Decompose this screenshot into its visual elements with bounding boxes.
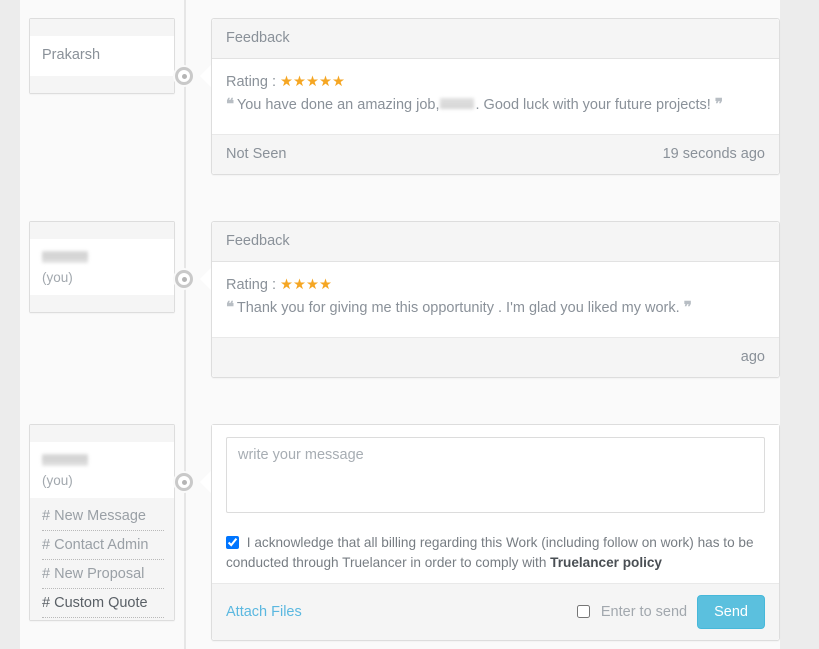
rating-line: Rating : ★★★★★ — [226, 72, 765, 92]
you-label: (you) — [42, 270, 73, 285]
rating-label: Rating : — [226, 74, 276, 90]
rating-stars: ★★★★★ — [280, 74, 346, 90]
feedback-panel-1: Feedback Rating : ★★★★★ ❝ You have done … — [211, 18, 780, 175]
card-header-strip — [30, 19, 174, 36]
attach-files-button[interactable]: Attach Files — [226, 604, 302, 620]
timestamp: 19 seconds ago — [662, 146, 765, 162]
message-input[interactable] — [226, 437, 765, 513]
compose-body: I acknowledge that all billing regarding… — [212, 425, 779, 583]
rating-line: Rating : ★★★★ — [226, 275, 765, 295]
feedback-panel-2: Feedback Rating : ★★★★ ❝ Thank you for g… — [211, 221, 780, 378]
close-quote-icon: ❞ — [714, 96, 723, 113]
menu-item-contact-admin[interactable]: # Contact Admin — [42, 531, 164, 560]
truelancer-policy-link[interactable]: Truelancer policy — [550, 555, 662, 570]
open-quote-icon: ❝ — [226, 96, 234, 113]
rating-label: Rating : — [226, 277, 276, 293]
enter-to-send-checkbox[interactable] — [577, 605, 591, 618]
panel-footer: ago — [212, 337, 779, 377]
card-body: (you) — [30, 239, 174, 295]
menu-item-new-message[interactable]: # New Message — [42, 502, 164, 531]
message-text-after: . Good luck with your future projects! — [475, 97, 711, 113]
timeline-spine — [184, 0, 186, 649]
close-quote-icon: ❞ — [683, 299, 692, 316]
acknowledge-text: I acknowledge that all billing regarding… — [226, 535, 754, 570]
seen-status: Not Seen — [226, 146, 287, 162]
menu-item-custom-quote[interactable]: # Custom Quote — [42, 589, 164, 618]
timeline-node-3 — [175, 473, 193, 491]
card-footer-strip — [30, 295, 174, 312]
card-body: (you) — [30, 442, 174, 498]
you-label: (you) — [42, 473, 73, 488]
participant-name-redacted — [42, 250, 88, 263]
menu-item-new-proposal[interactable]: # New Proposal — [42, 560, 164, 589]
timeline-node-1 — [175, 67, 193, 85]
enter-to-send-label: Enter to send — [600, 604, 688, 620]
enter-to-send-group[interactable]: Enter to send — [577, 603, 687, 621]
panel-body: Rating : ★★★★ ❝ Thank you for giving me … — [212, 262, 779, 337]
feedback-message: ❝ Thank you for giving me this opportuni… — [226, 297, 765, 319]
compose-side-card: (you) # New Message # Contact Admin # Ne… — [29, 424, 175, 621]
acknowledge-checkbox[interactable] — [226, 536, 239, 549]
message-text-before: You have done an amazing job, — [236, 97, 440, 113]
panel-body: Rating : ★★★★★ ❝ You have done an amazin… — [212, 59, 779, 134]
card-footer-strip — [30, 76, 174, 93]
timestamp: ago — [740, 349, 765, 365]
card-body: Prakarsh — [30, 36, 174, 76]
redacted-name-block — [440, 98, 475, 109]
rating-stars: ★★★★ — [280, 277, 333, 293]
send-button[interactable]: Send — [697, 595, 765, 629]
message-text: Thank you for giving me this opportunity… — [236, 300, 680, 316]
participant-card-2[interactable]: (you) — [29, 221, 175, 313]
participant-card-1[interactable]: Prakarsh — [29, 18, 175, 94]
participant-name: Prakarsh — [42, 47, 101, 63]
card-header-strip — [30, 222, 174, 239]
compose-panel: I acknowledge that all billing regarding… — [211, 424, 780, 641]
card-header-strip — [30, 425, 174, 442]
message-thread-page: Prakarsh Feedback Rating : ★★★★★ ❝ You h… — [0, 0, 819, 649]
panel-title: Feedback — [212, 222, 779, 262]
compose-action-menu: # New Message # Contact Admin # New Prop… — [30, 498, 174, 620]
acknowledge-row: I acknowledge that all billing regarding… — [226, 533, 765, 573]
compose-footer-right: Enter to send Send — [577, 595, 765, 629]
participant-name-redacted — [42, 453, 88, 466]
feedback-message: ❝ You have done an amazing job, . Good lu… — [226, 94, 765, 116]
timeline-node-2 — [175, 270, 193, 288]
panel-title: Feedback — [212, 19, 779, 59]
compose-footer: Attach Files Enter to send Send — [212, 583, 779, 640]
open-quote-icon: ❝ — [226, 299, 234, 316]
panel-footer: Not Seen 19 seconds ago — [212, 134, 779, 174]
